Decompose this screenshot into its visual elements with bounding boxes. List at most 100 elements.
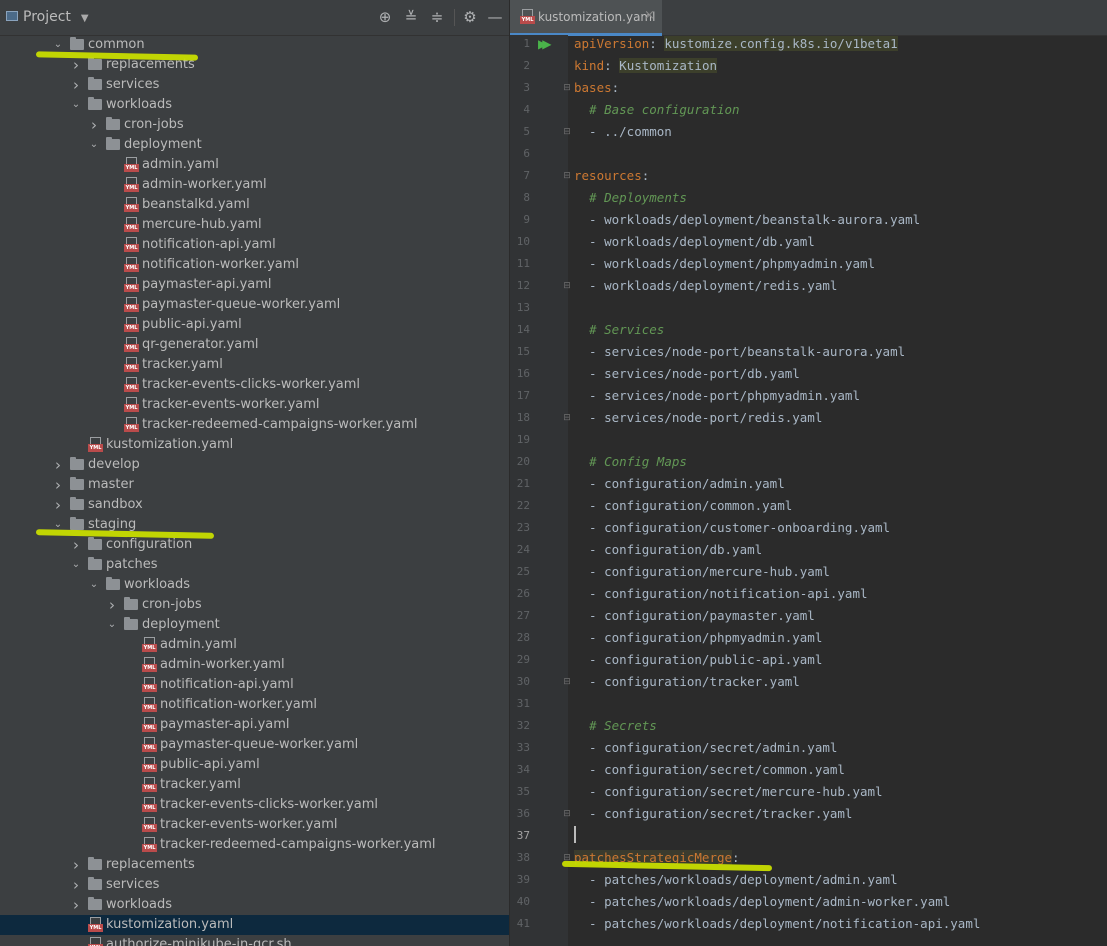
code-line[interactable]: - services/node-port/db.yaml bbox=[574, 363, 800, 385]
code-line[interactable]: # Config Maps bbox=[574, 451, 687, 473]
tree-file[interactable]: YML tracker-events-clicks-worker.yaml bbox=[0, 375, 509, 395]
code-line[interactable]: - services/node-port/redis.yaml bbox=[574, 407, 822, 429]
code-line[interactable]: - configuration/phpmyadmin.yaml bbox=[574, 627, 822, 649]
code-line[interactable]: - configuration/notification-api.yaml bbox=[574, 583, 867, 605]
tree-file[interactable]: YML public-api.yaml bbox=[0, 755, 509, 775]
fold-marker-icon[interactable]: ⊟ bbox=[562, 121, 572, 143]
tree-folder[interactable]: › configuration bbox=[0, 535, 509, 555]
gear-icon[interactable]: ⚙ bbox=[461, 8, 479, 26]
chevron-down-icon[interactable]: ▼ bbox=[81, 13, 89, 24]
fold-marker-icon[interactable]: ⊟ bbox=[562, 407, 572, 429]
project-view-icon[interactable] bbox=[6, 11, 18, 21]
chevron-right-icon[interactable]: › bbox=[70, 535, 82, 555]
code-line[interactable]: apiVersion: kustomize.config.k8s.io/v1be… bbox=[574, 33, 898, 55]
chevron-down-icon[interactable]: ⌄ bbox=[88, 135, 100, 155]
code-line[interactable]: - configuration/db.yaml bbox=[574, 539, 762, 561]
chevron-right-icon[interactable]: › bbox=[70, 875, 82, 895]
tree-file[interactable]: YML qr-generator.yaml bbox=[0, 335, 509, 355]
tree-file[interactable]: YML notification-worker.yaml bbox=[0, 255, 509, 275]
chevron-right-icon[interactable]: › bbox=[70, 75, 82, 95]
tree-folder[interactable]: › sandbox bbox=[0, 495, 509, 515]
tree-file[interactable]: YML kustomization.yaml bbox=[0, 915, 509, 935]
tree-file[interactable]: YML tracker-events-worker.yaml bbox=[0, 815, 509, 835]
tab-kustomization-yaml[interactable]: YML kustomization.yaml × bbox=[510, 0, 662, 36]
chevron-right-icon[interactable]: › bbox=[52, 495, 64, 515]
code-line[interactable]: - workloads/deployment/db.yaml bbox=[574, 231, 815, 253]
editor-gutter[interactable]: 1 2 3 4 5 6 7 8 9 10 11 12 13 14 15 16 17 18 19 20 21 22 23 24 2… bbox=[510, 35, 571, 946]
code-line[interactable]: # Services bbox=[574, 319, 664, 341]
code-line[interactable]: - services/node-port/phpmyadmin.yaml bbox=[574, 385, 860, 407]
project-view-selector[interactable]: Project ▼ bbox=[23, 9, 89, 25]
tree-file[interactable]: YML tracker.yaml bbox=[0, 775, 509, 795]
fold-marker-icon[interactable]: ⊟ bbox=[562, 165, 572, 187]
close-icon[interactable]: × bbox=[644, 8, 655, 23]
chevron-right-icon[interactable]: › bbox=[88, 115, 100, 135]
code-line[interactable]: - patches/workloads/deployment/admin.yam… bbox=[574, 869, 898, 891]
tree-folder[interactable]: › master bbox=[0, 475, 509, 495]
tree-file[interactable]: YML admin.yaml bbox=[0, 635, 509, 655]
tree-file[interactable]: YML public-api.yaml bbox=[0, 315, 509, 335]
chevron-right-icon[interactable]: › bbox=[52, 455, 64, 475]
locate-icon[interactable]: ⊕ bbox=[376, 8, 394, 26]
tree-folder[interactable]: ⌄ workloads bbox=[0, 95, 509, 115]
code-line[interactable]: - patches/workloads/deployment/notificat… bbox=[574, 913, 980, 935]
tree-file[interactable]: YML admin-worker.yaml bbox=[0, 175, 509, 195]
tree-file[interactable]: YML beanstalkd.yaml bbox=[0, 195, 509, 215]
code-line[interactable]: - workloads/deployment/beanstalk-aurora.… bbox=[574, 209, 920, 231]
tree-file[interactable]: YML tracker-events-worker.yaml bbox=[0, 395, 509, 415]
code-line[interactable]: - services/node-port/beanstalk-aurora.ya… bbox=[574, 341, 905, 363]
tree-folder[interactable]: ⌄ deployment bbox=[0, 135, 509, 155]
tree-folder[interactable]: › replacements bbox=[0, 855, 509, 875]
code-line[interactable]: - configuration/secret/common.yaml bbox=[574, 759, 845, 781]
chevron-right-icon[interactable]: › bbox=[70, 895, 82, 915]
code-line[interactable]: kind: Kustomization bbox=[574, 55, 718, 77]
chevron-right-icon[interactable]: › bbox=[106, 595, 118, 615]
tree-folder[interactable]: › develop bbox=[0, 455, 509, 475]
chevron-right-icon[interactable]: › bbox=[70, 855, 82, 875]
code-line[interactable]: - configuration/tracker.yaml bbox=[574, 671, 800, 693]
code-line[interactable]: - configuration/secret/tracker.yaml bbox=[574, 803, 852, 825]
code-line[interactable]: resources: bbox=[574, 165, 649, 187]
tree-folder[interactable]: › cron-jobs bbox=[0, 595, 509, 615]
tree-folder[interactable]: › workloads bbox=[0, 895, 509, 915]
tree-file[interactable]: YMLauthorize-minikube-in-gcr.sh bbox=[0, 935, 509, 946]
chevron-down-icon[interactable]: ⌄ bbox=[70, 555, 82, 575]
code-line[interactable]: - patches/workloads/deployment/admin-wor… bbox=[574, 891, 950, 913]
tree-file[interactable]: YML notification-worker.yaml bbox=[0, 695, 509, 715]
tree-folder[interactable]: ⌄ workloads bbox=[0, 575, 509, 595]
chevron-down-icon[interactable]: ⌄ bbox=[70, 95, 82, 115]
code-line[interactable]: - ../common bbox=[574, 121, 672, 143]
code-line[interactable]: - configuration/common.yaml bbox=[574, 495, 792, 517]
chevron-down-icon[interactable]: ⌄ bbox=[88, 575, 100, 595]
code-line[interactable]: - workloads/deployment/redis.yaml bbox=[574, 275, 837, 297]
code-line[interactable]: - configuration/paymaster.yaml bbox=[574, 605, 815, 627]
expand-all-icon[interactable]: ≚ bbox=[402, 8, 420, 26]
tree-folder[interactable]: › services bbox=[0, 875, 509, 895]
tree-file[interactable]: YML tracker-redeemed-campaigns-worker.yam… bbox=[0, 835, 509, 855]
run-icon[interactable]: ▶▶ bbox=[538, 37, 552, 51]
tree-folder[interactable]: ⌄ patches bbox=[0, 555, 509, 575]
code-line[interactable]: # Base configuration bbox=[574, 99, 740, 121]
code-line[interactable]: - workloads/deployment/phpmyadmin.yaml bbox=[574, 253, 875, 275]
minimize-icon[interactable]: — bbox=[486, 8, 504, 26]
code-line[interactable]: # Secrets bbox=[574, 715, 657, 737]
fold-marker-icon[interactable]: ⊟ bbox=[562, 671, 572, 693]
tree-file[interactable]: YML tracker-events-clicks-worker.yaml bbox=[0, 795, 509, 815]
tree-folder[interactable]: ⌄ deployment bbox=[0, 615, 509, 635]
tree-folder[interactable]: › services bbox=[0, 75, 509, 95]
fold-marker-icon[interactable]: ⊟ bbox=[562, 803, 572, 825]
tree-file[interactable]: YML admin.yaml bbox=[0, 155, 509, 175]
tree-file[interactable]: YML paymaster-queue-worker.yaml bbox=[0, 735, 509, 755]
code-line[interactable]: - configuration/admin.yaml bbox=[574, 473, 785, 495]
code-line[interactable]: - configuration/mercure-hub.yaml bbox=[574, 561, 830, 583]
code-line[interactable]: - configuration/customer-onboarding.yaml bbox=[574, 517, 890, 539]
chevron-down-icon[interactable]: ⌄ bbox=[106, 615, 118, 635]
tree-file[interactable]: YML paymaster-api.yaml bbox=[0, 715, 509, 735]
tree-file[interactable]: YML tracker-redeemed-campaigns-worker.yam… bbox=[0, 415, 509, 435]
code-line[interactable]: - configuration/secret/mercure-hub.yaml bbox=[574, 781, 883, 803]
tree-file[interactable]: YML paymaster-queue-worker.yaml bbox=[0, 295, 509, 315]
code-line[interactable]: - configuration/public-api.yaml bbox=[574, 649, 822, 671]
fold-marker-icon[interactable]: ⊟ bbox=[562, 275, 572, 297]
chevron-right-icon[interactable]: › bbox=[52, 475, 64, 495]
code-line[interactable]: # Deployments bbox=[574, 187, 687, 209]
